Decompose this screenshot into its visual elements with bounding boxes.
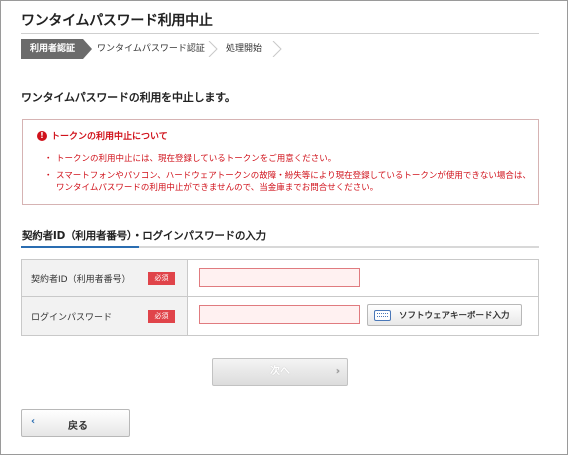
page-frame: ワンタイムパスワード利用中止 利用者認証 ワンタイムパスワード認証 処理開始 ワ… (0, 0, 568, 455)
step-chevron-icon (272, 41, 282, 57)
step-otp-auth: ワンタイムパスワード認証 (97, 44, 205, 54)
step-process-start: 処理開始 (226, 44, 263, 54)
software-keyboard-label: ソフトウェアキーボード入力 (399, 311, 510, 321)
notice-item-text: スマートフォンやパソコン、ハードウェアトークンの故障・紛失等により現在登録してい… (56, 171, 531, 193)
bullet: ・ (44, 154, 53, 164)
keyboard-icon (374, 309, 391, 321)
notice-item: ・ スマートフォンやパソコン、ハードウェアトークンの故障・紛失等により現在登録し… (44, 170, 531, 194)
notice-item: ・ トークンの利用中止には、現在登録しているトークンをご用意ください。 (44, 153, 531, 165)
form-row-contract-id: 契約者ID（利用者番号） 必須 (22, 260, 538, 297)
software-keyboard-button[interactable]: ソフトウェアキーボード入力 (367, 304, 522, 326)
back-button-label: 戻る (68, 421, 88, 432)
bullet: ・ (44, 171, 53, 181)
form-row-password: ログインパスワード 必須 ソフトウェアキーボード入力 (22, 297, 538, 335)
title-divider (21, 33, 539, 34)
progress-steps: 利用者認証 ワンタイムパスワード認証 処理開始 (21, 39, 321, 59)
step-arrow-active (83, 39, 92, 59)
required-badge: 必須 (148, 272, 175, 285)
notice-item-text: トークンの利用中止には、現在登録しているトークンをご用意ください。 (56, 154, 337, 164)
password-input[interactable] (199, 305, 360, 324)
contract-id-input[interactable] (199, 268, 360, 287)
contract-id-label: 契約者ID（利用者番号） (31, 275, 131, 285)
login-form: 契約者ID（利用者番号） 必須 ログインパスワード 必須 ソフトウェアキーボード… (21, 259, 539, 336)
required-badge: 必須 (148, 310, 175, 323)
page-title: ワンタイムパスワード利用中止 (21, 13, 213, 29)
chevron-left-icon: ‹ (31, 416, 36, 427)
exclamation-circle-icon: ! (37, 130, 47, 141)
lead-text: ワンタイムパスワードの利用を中止します。 (21, 91, 236, 104)
step-user-auth: 利用者認証 (21, 39, 83, 59)
back-button[interactable]: ‹ 戻る (21, 409, 130, 437)
section-title: 契約者ID（利用者番号）・ログインパスワードの入力 (22, 230, 266, 242)
chevron-right-icon: › (335, 366, 340, 377)
next-button[interactable]: 次へ › (212, 358, 348, 386)
step-chevron-icon (208, 41, 218, 57)
notice-heading-text: トークンの利用中止について (51, 132, 168, 142)
next-button-label: 次へ (270, 366, 290, 377)
row-label-cell: ログインパスワード 必須 (22, 297, 188, 335)
notice-box: ! トークンの利用中止について ・ トークンの利用中止には、現在登録しているトー… (22, 119, 539, 205)
password-label: ログインパスワード (31, 313, 113, 323)
row-label-cell: 契約者ID（利用者番号） 必須 (22, 260, 188, 296)
section-accent-bar (21, 246, 139, 248)
notice-heading: ! トークンの利用中止について (37, 129, 168, 142)
